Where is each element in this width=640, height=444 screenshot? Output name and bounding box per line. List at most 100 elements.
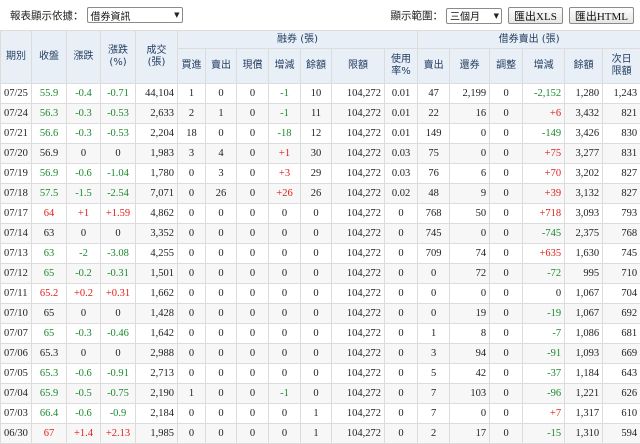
cell-margin-buy: 0 — [178, 204, 206, 224]
chevron-down-icon: ▼ — [174, 11, 179, 19]
cell-date: 07/24 — [1, 104, 32, 124]
table-row: 07/1363-2-3.084,25500000104,2720709740+6… — [1, 244, 640, 264]
cell-margin-limit: 104,272 — [332, 144, 385, 164]
cell-sbl-balance: 1,630 — [565, 244, 603, 264]
table-row: 07/0366.4-0.6-0.92,18400001104,2720700+7… — [1, 404, 640, 424]
cell-sbl-sell: 5 — [418, 364, 450, 384]
cell-margin-sell: 26 — [206, 184, 237, 204]
cell-margin-sell: 0 — [206, 284, 237, 304]
cell-margin-repay: 0 — [237, 284, 269, 304]
cell-sbl-return: 94 — [450, 344, 490, 364]
cell-margin-limit: 104,272 — [332, 104, 385, 124]
cell-volume: 4,862 — [136, 204, 178, 224]
range-select[interactable]: 三個月 ▼ — [446, 8, 502, 24]
cell-margin-change: 0 — [269, 404, 301, 424]
table-row: 07/2156.6-0.3-0.532,2041800-1812104,2720… — [1, 124, 640, 144]
cell-close: 65 — [32, 264, 67, 284]
margin-subcol: 增減 — [269, 49, 301, 84]
cell-margin-usage: 0.01 — [385, 84, 418, 104]
cell-margin-limit: 104,272 — [332, 324, 385, 344]
cell-margin-usage: 0 — [385, 224, 418, 244]
cell-margin-balance: 0 — [301, 344, 332, 364]
cell-margin-sell: 0 — [206, 324, 237, 344]
cell-sbl-adjust: 0 — [490, 84, 523, 104]
cell-margin-sell: 0 — [206, 124, 237, 144]
cell-sbl-sell: 745 — [418, 224, 450, 244]
cell-margin-repay: 0 — [237, 124, 269, 144]
cell-margin-change: +1 — [269, 144, 301, 164]
cell-sbl-adjust: 0 — [490, 164, 523, 184]
cell-margin-change: 0 — [269, 264, 301, 284]
cell-change: -0.3 — [67, 324, 101, 344]
cell-margin-usage: 0 — [385, 424, 418, 444]
cell-close: 55.9 — [32, 84, 67, 104]
table-row: 07/2456.3-0.3-0.532,633210-111104,2720.0… — [1, 104, 640, 124]
report-basis-select[interactable]: 借券資訊 ▼ — [87, 7, 183, 23]
sbl-subcol: 調整 — [490, 49, 523, 84]
cell-change: 0 — [67, 304, 101, 324]
cell-margin-change: -18 — [269, 124, 301, 144]
col-change: 漲跌 — [67, 31, 101, 84]
cell-margin-buy: 0 — [178, 264, 206, 284]
cell-margin-sell: 0 — [206, 204, 237, 224]
cell-margin-change: +3 — [269, 164, 301, 184]
sbl-subcol: 還券 — [450, 49, 490, 84]
cell-margin-usage: 0.03 — [385, 144, 418, 164]
cell-margin-change: 0 — [269, 364, 301, 384]
col-change-pct: 漲跌 (%) — [101, 31, 136, 84]
cell-sbl-change: -72 — [523, 264, 565, 284]
cell-change: -0.6 — [67, 164, 101, 184]
cell-margin-repay: 0 — [237, 344, 269, 364]
range-value: 三個月 — [450, 8, 480, 23]
cell-margin-buy: 1 — [178, 384, 206, 404]
cell-margin-sell: 0 — [206, 344, 237, 364]
cell-sbl-next-limit: 610 — [603, 404, 640, 424]
cell-margin-limit: 104,272 — [332, 424, 385, 444]
cell-change-pct: -0.9 — [101, 404, 136, 424]
cell-sbl-next-limit: 704 — [603, 284, 640, 304]
cell-change: -0.5 — [67, 384, 101, 404]
cell-sbl-adjust: 0 — [490, 344, 523, 364]
cell-margin-repay: 0 — [237, 264, 269, 284]
cell-margin-change: -1 — [269, 104, 301, 124]
cell-sbl-change: -37 — [523, 364, 565, 384]
cell-sbl-sell: 1 — [418, 324, 450, 344]
cell-margin-balance: 0 — [301, 224, 332, 244]
cell-sbl-adjust: 0 — [490, 144, 523, 164]
cell-sbl-balance: 2,375 — [565, 224, 603, 244]
cell-sbl-balance: 3,426 — [565, 124, 603, 144]
export-xls-button[interactable]: 匯出XLS — [508, 7, 563, 24]
cell-margin-repay: 0 — [237, 404, 269, 424]
cell-close: 67 — [32, 424, 67, 444]
cell-close: 56.3 — [32, 104, 67, 124]
cell-sbl-change: +6 — [523, 104, 565, 124]
cell-margin-repay: 0 — [237, 424, 269, 444]
cell-change: -0.3 — [67, 104, 101, 124]
cell-margin-limit: 104,272 — [332, 264, 385, 284]
cell-margin-buy: 2 — [178, 104, 206, 124]
cell-change-pct: -3.08 — [101, 244, 136, 264]
cell-margin-balance: 0 — [301, 304, 332, 324]
cell-sbl-balance: 3,202 — [565, 164, 603, 184]
cell-change-pct: -1.04 — [101, 164, 136, 184]
cell-margin-limit: 104,272 — [332, 384, 385, 404]
cell-sbl-adjust: 0 — [490, 264, 523, 284]
cell-margin-limit: 104,272 — [332, 304, 385, 324]
cell-sbl-return: 16 — [450, 104, 490, 124]
cell-change: +1 — [67, 204, 101, 224]
cell-sbl-adjust: 0 — [490, 404, 523, 424]
cell-sbl-balance: 1,280 — [565, 84, 603, 104]
cell-margin-balance: 0 — [301, 264, 332, 284]
cell-margin-sell: 0 — [206, 424, 237, 444]
cell-sbl-next-limit: 626 — [603, 384, 640, 404]
table-row: 07/1857.5-1.5-2.547,0710260+2626104,2720… — [1, 184, 640, 204]
cell-margin-limit: 104,272 — [332, 204, 385, 224]
cell-margin-repay: 0 — [237, 104, 269, 124]
cell-close: 63 — [32, 224, 67, 244]
cell-margin-balance: 11 — [301, 104, 332, 124]
export-html-button[interactable]: 匯出HTML — [569, 7, 634, 24]
cell-sbl-sell: 0 — [418, 304, 450, 324]
cell-sbl-balance: 3,132 — [565, 184, 603, 204]
cell-margin-change: 0 — [269, 244, 301, 264]
cell-date: 07/21 — [1, 124, 32, 144]
